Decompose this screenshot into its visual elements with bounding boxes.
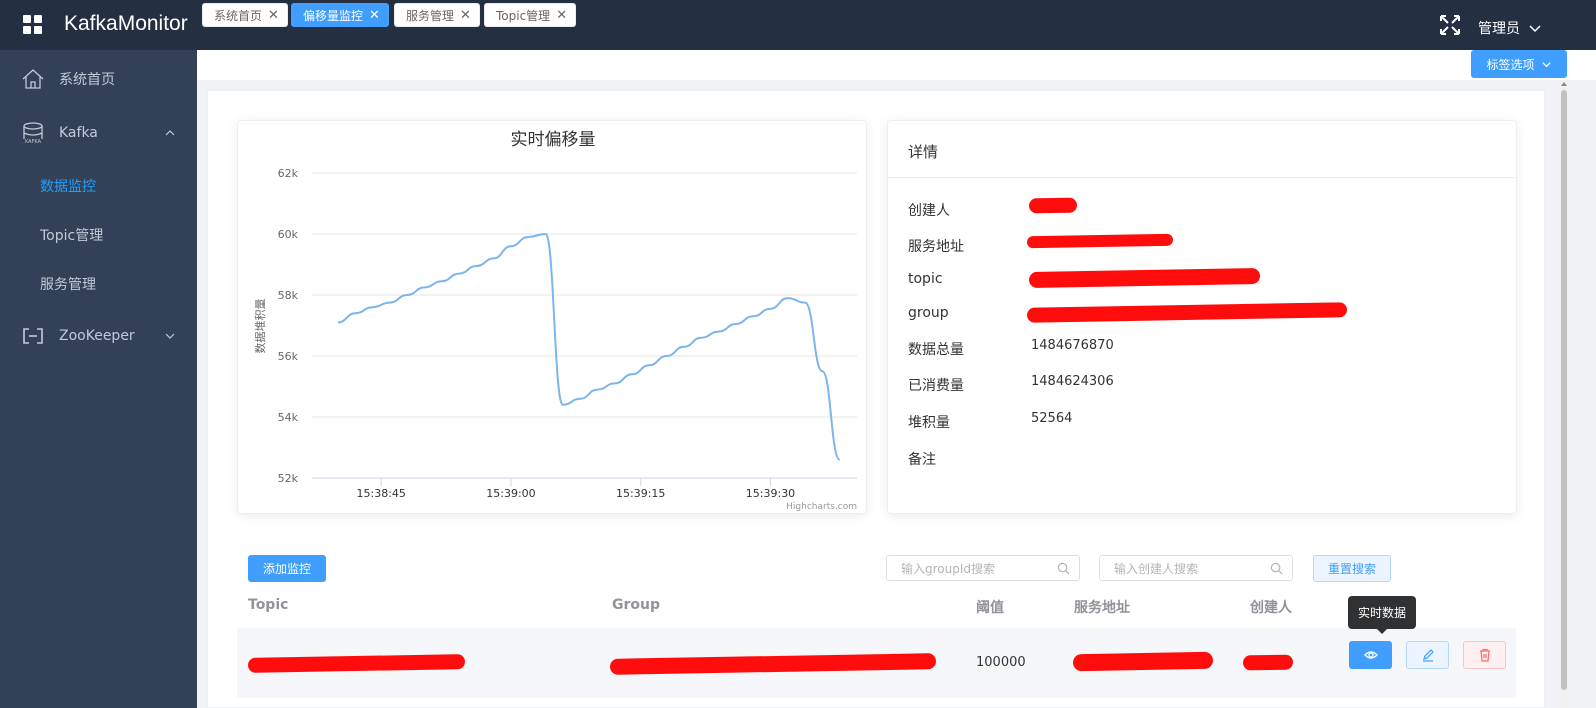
detail-value-consumed: 1484624306 — [1031, 374, 1114, 389]
add-monitor-button[interactable]: 添加监控 — [248, 555, 326, 582]
tab-service-manage[interactable]: 服务管理 ✕ — [394, 3, 480, 27]
redacted-creator-cell — [1242, 654, 1294, 671]
scrollbar[interactable] — [1560, 80, 1568, 708]
chart-y-tick-label: 58k — [278, 289, 299, 302]
sidebar-item-zookeeper[interactable]: ZooKeeper — [0, 309, 197, 363]
sidebar-subitem-data-monitor[interactable]: 数据监控 — [40, 176, 96, 196]
chart-card: 实时偏移量 数据堆积量 52k 54k 56k 58k 60k 62k 15:38:45 1… — [237, 120, 867, 514]
reset-search-button[interactable]: 重置搜索 — [1313, 555, 1391, 582]
tab-label: Topic管理 — [496, 8, 551, 23]
chevron-up-icon — [165, 130, 175, 136]
redacted-creator — [1028, 197, 1078, 214]
sidebar-item-label: Kafka — [59, 125, 98, 141]
tab-home[interactable]: 系统首页 ✕ — [202, 3, 288, 27]
scrollbar-thumb[interactable] — [1561, 90, 1567, 690]
chart-x-tick-label: 15:39:30 — [746, 487, 795, 500]
chart-series-line — [337, 232, 841, 461]
chart-y-tick-label: 56k — [278, 350, 299, 363]
creator-search-placeholder: 输入创建人搜索 — [1114, 561, 1199, 576]
fullscreen-icon[interactable] — [1439, 14, 1461, 36]
close-icon[interactable]: ✕ — [369, 9, 380, 22]
detail-card: 详情 创建人 服务地址 topic group 数据总量 已消费量 堆积量 备注… — [887, 120, 1517, 514]
user-name: 管理员 — [1478, 21, 1520, 37]
tab-topic-manage[interactable]: Topic管理 ✕ — [484, 3, 577, 27]
detail-value-total: 1484676870 — [1031, 338, 1114, 353]
redacted-topic — [1028, 267, 1261, 289]
tag-options-label: 标签选项 — [1486, 57, 1535, 72]
creator-search-input[interactable]: 输入创建人搜索 — [1099, 555, 1293, 581]
sidebar-item-label: 系统首页 — [59, 72, 115, 88]
chart-x-tick-label: 15:39:00 — [486, 487, 535, 500]
grid-menu-icon[interactable] — [23, 15, 43, 35]
zookeeper-icon — [23, 328, 43, 344]
eye-icon — [1363, 651, 1378, 659]
sidebar-item-home[interactable]: 系统首页 — [0, 52, 197, 106]
edit-button[interactable] — [1406, 641, 1449, 669]
sidebar-subitem-service-manage[interactable]: 服务管理 — [40, 274, 96, 294]
trash-icon — [1479, 648, 1490, 662]
detail-label-address: 服务地址 — [908, 239, 964, 255]
detail-label-creator: 创建人 — [908, 203, 950, 219]
chart-y-tick-label: 52k — [278, 472, 299, 485]
edit-icon — [1422, 649, 1434, 662]
detail-label-backlog: 堆积量 — [908, 415, 950, 431]
user-menu[interactable]: 管理员 — [1478, 18, 1542, 38]
detail-label-group: group — [908, 305, 949, 321]
redacted-address — [1026, 233, 1174, 249]
sidebar: 系统首页 KAFKA Kafka 数据监控 Topic管理 服务管理 ZooKe… — [0, 50, 197, 708]
tab-offset-monitor[interactable]: 偏移量监控 ✕ — [291, 3, 389, 27]
detail-label-total: 数据总量 — [908, 342, 964, 358]
sidebar-item-label: ZooKeeper — [59, 328, 135, 344]
realtime-data-tooltip: 实时数据 — [1348, 596, 1416, 634]
chart-x-tick-label: 15:38:45 — [357, 487, 406, 500]
chevron-down-icon — [165, 333, 175, 339]
scroll-up-arrow[interactable] — [1561, 82, 1567, 86]
database-icon: KAFKA — [23, 122, 43, 145]
chevron-down-icon — [1529, 25, 1541, 33]
column-header-group[interactable]: Group — [612, 597, 660, 613]
threshold-cell: 100000 — [976, 655, 1026, 670]
delete-button[interactable] — [1463, 641, 1506, 669]
close-icon[interactable]: ✕ — [268, 9, 279, 22]
column-header-creator[interactable]: 创建人 — [1250, 597, 1292, 617]
chart-y-tick-label: 54k — [278, 411, 299, 424]
detail-value-backlog: 52564 — [1031, 411, 1073, 426]
sidebar-item-kafka[interactable]: KAFKA Kafka — [0, 106, 197, 160]
tab-label: 服务管理 — [406, 8, 455, 23]
svg-text:KAFKA: KAFKA — [25, 139, 42, 145]
offset-line-chart: 实时偏移量 数据堆积量 52k 54k 56k 58k 60k 62k 15:38:45 1… — [253, 130, 857, 512]
tags-bar — [197, 50, 1596, 80]
chevron-down-icon — [1541, 61, 1551, 67]
detail-label-consumed: 已消费量 — [908, 378, 964, 394]
chart-title: 实时偏移量 — [511, 130, 596, 150]
view-realtime-button[interactable] — [1349, 641, 1392, 669]
chart-y-tick-label: 62k — [278, 167, 299, 180]
chart-x-tick-label: 15:39:15 — [616, 487, 665, 500]
chart-credit: Highcharts.com — [786, 502, 857, 512]
home-icon — [22, 69, 44, 89]
detail-label-topic: topic — [908, 271, 943, 287]
tab-label: 系统首页 — [214, 8, 263, 23]
search-icon — [1270, 562, 1283, 575]
column-header-threshold[interactable]: 阈值 — [976, 597, 1004, 617]
detail-label-remark: 备注 — [908, 452, 936, 468]
group-search-input[interactable]: 输入groupId搜索 — [886, 555, 1080, 581]
chart-y-axis-label: 数据堆积量 — [253, 299, 267, 354]
chart-y-tick-label: 60k — [278, 228, 299, 241]
redacted-address-cell — [1072, 651, 1214, 672]
app-title: KafkaMonitor — [64, 12, 188, 35]
tag-options-button[interactable]: 标签选项 — [1471, 50, 1567, 78]
detail-header: 详情 — [888, 121, 1516, 178]
close-icon[interactable]: ✕ — [556, 9, 567, 22]
redacted-group — [1026, 302, 1348, 323]
close-icon[interactable]: ✕ — [460, 9, 471, 22]
column-header-address[interactable]: 服务地址 — [1074, 597, 1130, 617]
detail-title: 详情 — [908, 143, 939, 161]
column-header-topic[interactable]: Topic — [248, 597, 288, 613]
sidebar-subitem-topic-manage[interactable]: Topic管理 — [40, 225, 103, 245]
group-search-placeholder: 输入groupId搜索 — [901, 561, 996, 576]
search-icon — [1057, 562, 1070, 575]
tab-label: 偏移量监控 — [303, 8, 364, 23]
